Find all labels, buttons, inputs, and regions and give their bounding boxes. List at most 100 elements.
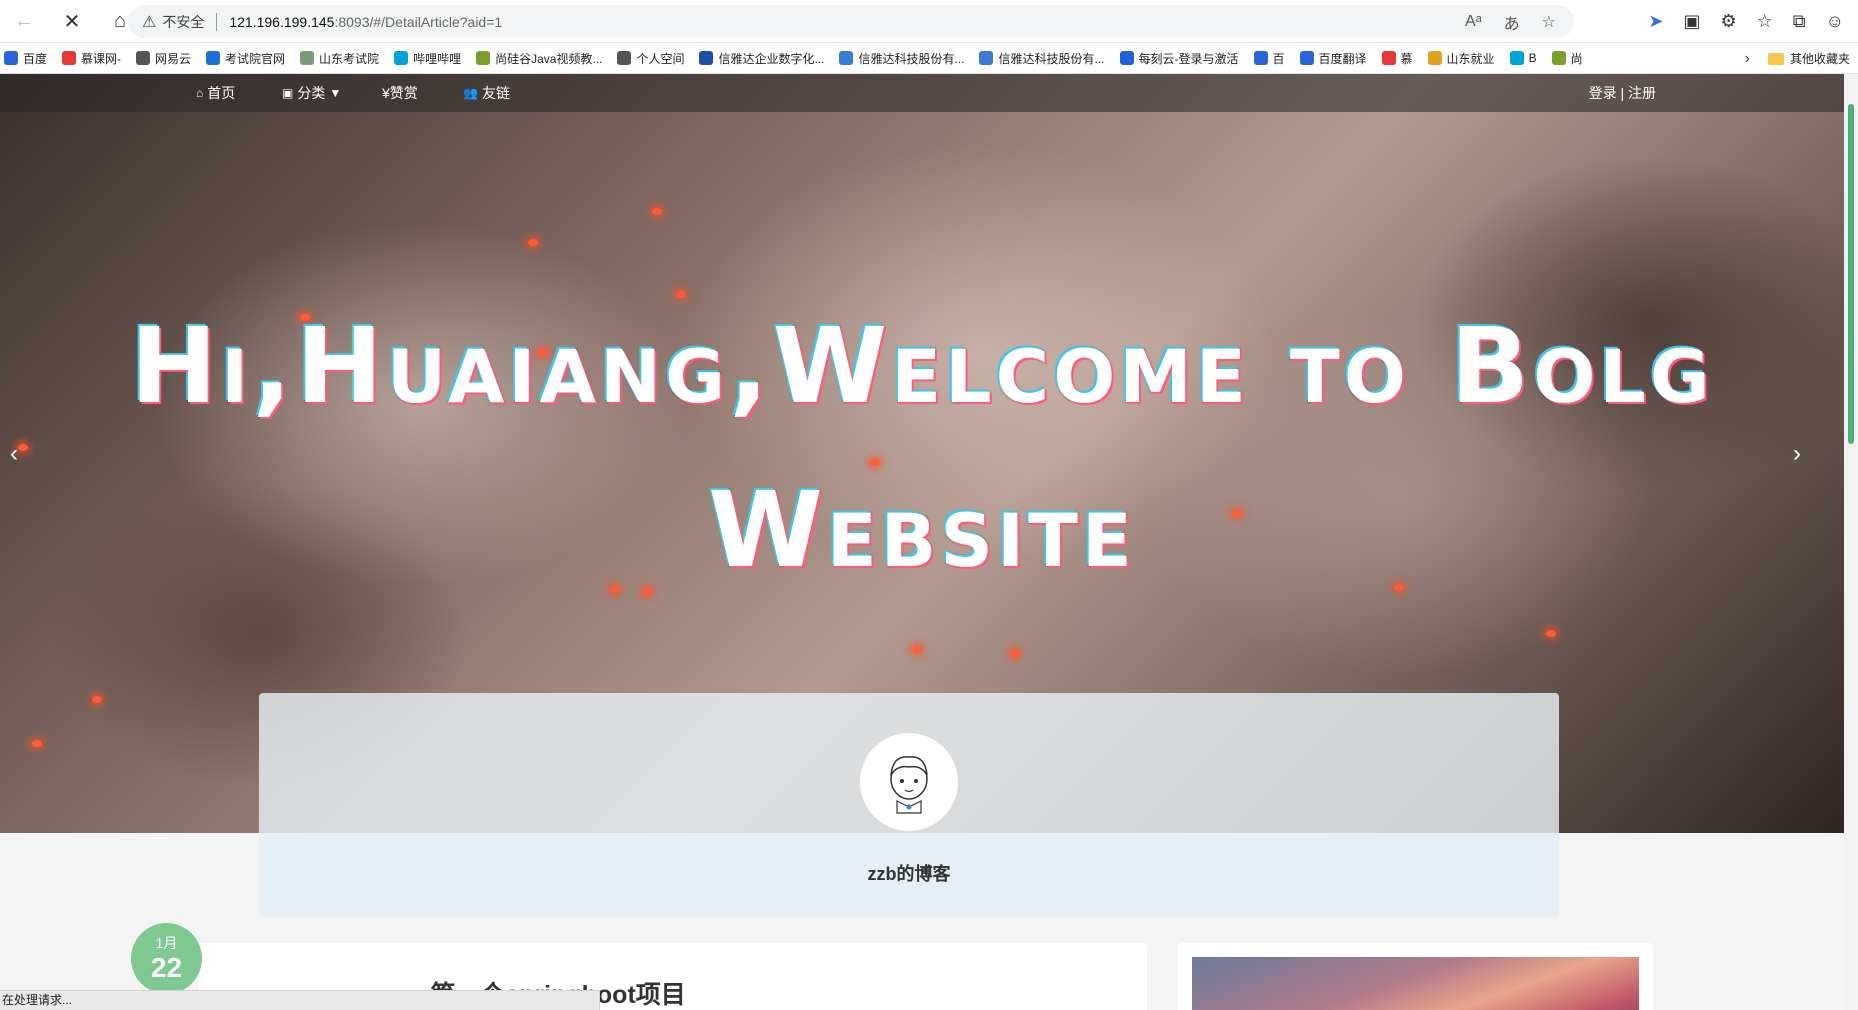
toolbar-extensions: ➤ ▣ ⚙ ☆ ⧉ ☺	[1648, 0, 1858, 43]
bookmark-favicon-icon	[699, 51, 714, 65]
nav-links[interactable]: 👥 友链	[463, 74, 510, 112]
collections-icon[interactable]: ⧉	[1793, 11, 1806, 32]
bookmark-label: 信雅达科技股份有...	[858, 51, 965, 66]
bookmark-item[interactable]: B	[1509, 51, 1537, 65]
ember-decoration	[18, 444, 28, 451]
address-bar[interactable]: ⚠ 不安全 121.196.199.145:8093/#/DetailArtic…	[128, 5, 1574, 38]
bookmark-label: 百	[1272, 51, 1285, 66]
bookmark-label: 慕	[1400, 51, 1413, 66]
insecure-label: 不安全	[162, 13, 205, 30]
chevron-right-icon[interactable]: ›	[1745, 43, 1750, 73]
hero-title-line2: Website	[708, 469, 1136, 591]
browser-toolbar: ← ✕ ⌂ ⚠ 不安全 121.196.199.145:8093/#/Detai…	[0, 0, 1858, 43]
bookmark-favicon-icon	[979, 51, 994, 65]
bookmark-item[interactable]: 信雅达科技股份有...	[839, 50, 964, 67]
bookmark-label: 信雅达科技股份有...	[998, 51, 1105, 66]
bookmark-label: 网易云	[155, 51, 192, 66]
date-badge: 1月 22	[131, 923, 202, 994]
blog-name: zzb的博客	[867, 864, 951, 884]
ember-decoration	[1010, 650, 1020, 657]
nav-category-label: 分类	[297, 85, 326, 101]
profile-icon[interactable]: ☺	[1826, 11, 1844, 32]
nav-links-label: 友链	[481, 85, 510, 101]
nav-category[interactable]: ▣ 分类 ▼	[282, 74, 341, 112]
bookmark-favicon-icon	[1551, 51, 1566, 65]
bookmark-item[interactable]: 百	[1253, 50, 1285, 67]
bookmarks-bar: 百度 慕课网- 网易云 考试院官网 山东考试院 哔哩哔哩 尚硅谷Java视频教... 个人空间…	[0, 43, 1858, 74]
login-register-link[interactable]: 登录 | 注册	[1589, 74, 1656, 112]
bookmark-favicon-icon	[4, 51, 18, 65]
bookmark-item[interactable]: 信雅达科技股份有...	[979, 50, 1105, 67]
stop-loading-icon[interactable]: ✕	[48, 0, 96, 43]
bookmark-favicon-icon	[394, 51, 409, 65]
favorites-icon[interactable]: ☆	[1757, 11, 1773, 32]
other-bookmarks[interactable]: 其他收藏夹	[1759, 43, 1850, 73]
profile-card: zzb的博客	[259, 693, 1559, 917]
favorite-add-icon[interactable]: ☆	[1542, 12, 1556, 32]
hero-title-line1: Hi,Huaiang,Welcome to Bolg	[130, 305, 1714, 427]
bookmark-label: 山东考试院	[319, 51, 380, 66]
bookmark-favicon-icon	[1427, 51, 1442, 65]
bookmark-label: 慕课网-	[81, 51, 122, 66]
ember-decoration	[1546, 630, 1556, 637]
bookmark-label: 尚硅谷Java视频教...	[495, 51, 603, 66]
avatar-cartoon-icon	[890, 756, 928, 814]
sidebar-cover-image[interactable]	[1192, 957, 1639, 1010]
avatar[interactable]	[860, 733, 958, 831]
extension-bird-icon[interactable]: ➤	[1648, 11, 1663, 32]
url-separator	[216, 12, 218, 31]
carousel-next-icon[interactable]: ›	[1793, 440, 1801, 468]
extensions-icon[interactable]: ⚙	[1720, 11, 1736, 32]
category-icon: ▣	[282, 86, 294, 100]
bookmark-label: 山东就业	[1446, 51, 1495, 66]
bookmark-item[interactable]: 个人空间	[617, 50, 684, 67]
bookmark-label: 百度	[23, 51, 48, 66]
ember-decoration	[652, 208, 662, 215]
date-month: 1月	[155, 935, 178, 951]
bookmark-favicon-icon	[1253, 51, 1268, 65]
read-aloud-icon[interactable]: A͏ᵃ	[1465, 13, 1482, 31]
extension-mask-icon[interactable]: ▣	[1683, 11, 1700, 32]
bookmark-favicon-icon	[1381, 51, 1396, 65]
ember-decoration	[92, 696, 102, 703]
bookmark-item[interactable]: 尚	[1551, 50, 1583, 67]
ember-decoration	[528, 239, 538, 246]
ember-decoration	[870, 459, 880, 466]
ember-decoration	[912, 646, 922, 653]
bookmark-item[interactable]: 每刻云-登录与激活	[1119, 50, 1239, 67]
url-tools: A͏ᵃ あ ☆	[1465, 5, 1556, 38]
bookmark-label: 尚	[1570, 51, 1583, 66]
warning-icon: ⚠	[142, 13, 157, 31]
bookmark-item[interactable]: 慕课网-	[62, 50, 121, 67]
bookmark-item[interactable]: 百度翻译	[1299, 50, 1367, 67]
back-icon[interactable]: ←	[0, 0, 48, 43]
bookmark-label: 考试院官网	[225, 51, 286, 66]
bookmark-favicon-icon	[1509, 51, 1524, 65]
bookmark-label: 哔哩哔哩	[413, 51, 462, 66]
translate-icon[interactable]: あ	[1504, 10, 1520, 34]
scrollbar-thumb[interactable]	[1848, 104, 1854, 444]
url-host: 121.196.199.145	[229, 13, 335, 30]
bookmark-item[interactable]: 网易云	[136, 50, 191, 67]
bookmark-item[interactable]: 尚硅谷Java视频教...	[476, 50, 602, 67]
carousel-prev-icon[interactable]: ‹	[10, 440, 18, 468]
bookmark-item[interactable]: 考试院官网	[206, 50, 285, 67]
nav-home[interactable]: ⌂ 首页	[196, 74, 235, 112]
bookmark-favicon-icon	[839, 51, 854, 65]
page-scrollbar[interactable]	[1844, 74, 1858, 1010]
bookmark-favicon-icon	[300, 51, 315, 65]
bookmark-item[interactable]: 信雅达企业数字化...	[699, 50, 824, 67]
users-icon: 👥	[463, 86, 478, 100]
status-bar: 在处理请求...	[0, 990, 600, 1010]
nav-donate[interactable]: ¥赞赏	[382, 74, 418, 112]
bookmark-label: 百度翻译	[1318, 51, 1367, 66]
bookmark-item[interactable]: 慕	[1381, 50, 1413, 67]
bookmark-item[interactable]: 哔哩哔哩	[394, 50, 461, 67]
bookmark-favicon-icon	[1119, 51, 1134, 65]
bookmark-item[interactable]: 百度	[4, 50, 47, 67]
bookmark-item[interactable]: 山东就业	[1427, 50, 1495, 67]
site-navbar: ⌂ 首页 ▣ 分类 ▼ ¥赞赏 👥 友链 登录 | 注册	[0, 74, 1844, 112]
bookmark-item[interactable]: 山东考试院	[300, 50, 379, 67]
ember-decoration	[676, 291, 686, 298]
bookmark-label: 每刻云-登录与激活	[1138, 51, 1239, 66]
